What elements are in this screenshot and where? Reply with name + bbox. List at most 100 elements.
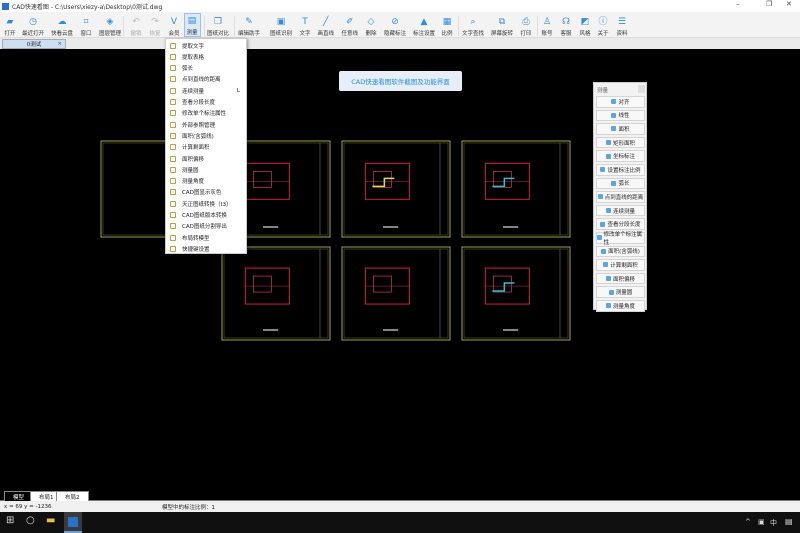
toolbar-style-button[interactable]: ◩ 风格 [580,13,591,37]
measure-panel-button[interactable]: 测量角度 [596,300,645,312]
minimize-button[interactable]: – [736,0,740,8]
menu-item[interactable]: 查看分段长度 [166,97,246,108]
toolbar-label: 隐藏标注 [384,31,407,37]
measure-panel-button[interactable]: 查看分段长度 [596,218,645,230]
menu-item-icon [170,223,176,230]
menu-item[interactable]: 点到直线的距离 [166,74,246,85]
close-tab-icon[interactable]: × [57,41,62,47]
menu-item[interactable]: 连续测量 L [166,85,246,96]
text-icon: T [302,17,308,27]
panel-close-button[interactable] [638,85,645,93]
measure-panel-button[interactable]: 对齐 [596,96,645,108]
toolbar-rotate-button[interactable]: ⧉ 屏幕旋转 [491,13,513,37]
toolbar-folder-button[interactable]: ▰ 打开 [5,13,16,37]
toolbar-info-button[interactable]: ⓘ 关于 [598,13,609,37]
windows-start-icon[interactable]: ⊞ [6,515,14,526]
toolbar-label: 图层管理 [99,31,122,37]
compare-icon: ❐ [213,17,223,27]
user-icon: ♙ [542,17,552,27]
menu-item[interactable]: 布局转模型 [166,232,246,243]
toolbar-edit-assistant-button[interactable]: ✎ 编辑助手 [238,13,260,37]
menu-item-icon [170,132,176,139]
menu-item[interactable]: 面积偏移 [166,153,246,164]
measure-panel-button[interactable]: 面积 [596,123,645,135]
toolbar-label: 图纸识别 [270,31,293,37]
close-button[interactable]: ✕ [786,0,792,8]
layout-tab[interactable]: 布局2 [56,491,89,501]
measure-panel-button[interactable]: 设置标注比例 [596,164,645,176]
measure-tool-icon [611,99,617,105]
measure-panel-button[interactable]: 矩形面积 [596,136,645,149]
toolbar-vip-button[interactable]: V 会员 [169,13,180,37]
toolbar-pencil-button[interactable]: ✐ 任意线 [342,13,359,37]
toolbar-text-search-button[interactable]: ⌕ 文字查找 [462,13,484,37]
menu-item[interactable]: 测量角度 [166,176,246,187]
toolbar-headset-button[interactable]: ☊ 客服 [561,13,572,37]
toolbar-layers-button[interactable]: ◈ 图层管理 [99,13,121,37]
toolbar-compare-button[interactable]: ❐ 图纸对比 [207,13,229,37]
toolbar-text-button[interactable]: T 文字 [300,13,311,37]
measure-panel-button[interactable]: 线性 [596,109,645,122]
menu-item[interactable]: 计算剩面积 [166,142,246,153]
menu-item[interactable]: CAD图纸分割导出 [166,221,246,232]
toolbar-label: 文字 [299,31,311,37]
menu-item-icon [170,178,176,185]
ime-indicator[interactable]: 中 [770,518,777,528]
toolbar-line-button[interactable]: ╱ 画直线 [318,13,335,37]
toolbar-label: 会员 [168,31,180,37]
toolbar-redo-button[interactable]: ↷ 恢复 [150,13,161,37]
toolbar-user-button[interactable]: ♙ 账号 [542,13,553,37]
menu-item[interactable]: 快捷键设置 [166,243,246,254]
menu-item[interactable]: 提取文字 [166,40,246,51]
toolbar-print-button[interactable]: ⎙ 打印 [521,13,532,37]
menu-item[interactable]: 修改单个标注属性 [166,108,246,119]
menu-item[interactable]: CAD图纸版本转换 [166,210,246,221]
menu-item-label: 查看分段长度 [182,100,216,106]
measure-panel-button[interactable]: 面积(含弧线) [596,245,645,258]
menu-item-icon [170,110,176,117]
menu-shortcut: L [236,87,240,94]
measure-dropdown-menu: 提取文字 提取表格 弧长 点到直线的距离 连续测量 L 查看分段长度修改单个标注属性 外部参照… [165,38,247,254]
menu-item[interactable]: CAD图显示灰色 [166,187,246,198]
layout-tab[interactable]: 模型 [4,491,34,501]
menu-item[interactable]: 弧长 [166,63,246,74]
tray-chevron-icon[interactable]: ^ [745,518,751,526]
toolbar-docs-button[interactable]: ☰ 资料 [617,13,628,37]
drawing-canvas[interactable] [0,49,800,490]
menu-item[interactable]: 面积(含弧线) [166,130,246,141]
menu-item[interactable]: 提取表格 [166,51,246,62]
cad-app-taskbar-button[interactable] [64,512,82,533]
toolbar-eraser-button[interactable]: ◇ 删除 [366,13,377,37]
menu-item[interactable]: 外部参照管理 [166,119,246,130]
toolbar-dim-settings-button[interactable]: ▲ 标注设置 [413,13,435,37]
measure-panel-button[interactable]: 坐标标注 [596,150,645,162]
measure-panel-button[interactable]: 点到直线的距离 [596,191,645,203]
measure-panel-button[interactable]: 面积偏移 [596,272,645,285]
measure-panel-button[interactable]: 弧长 [596,177,645,190]
measure-panel-button[interactable]: 连续测量 [596,204,645,217]
window-title: CAD快速看图 - C:\Users\xiezy-a\Desktop\0测试.d… [12,3,163,11]
toolbar-label: 屏幕旋转 [491,31,514,37]
toolbar-cloud-button[interactable]: ☁ 快看云盘 [51,13,73,37]
toolbar-recognize-button[interactable]: ▣ 图纸识别 [270,13,292,37]
notification-icon[interactable]: ▤ [785,517,793,526]
measure-panel-button[interactable]: 修改单个标注属性 [596,232,645,246]
network-icon[interactable]: ▣ [758,518,765,526]
menu-item[interactable]: 测量圆 [166,164,246,175]
restore-button[interactable]: ❐ [766,0,772,8]
measure-tool-icon [601,248,607,254]
toolbar-window-button[interactable]: ⌗ 窗口 [81,13,92,37]
menu-item[interactable]: 天正图纸转换（t3） [166,198,246,209]
document-tab[interactable]: 0测试 × [2,39,66,49]
search-circle-icon[interactable]: ○ [26,515,35,526]
toolbar-undo-button[interactable]: ↶ 撤销 [131,13,142,37]
menu-item-icon [170,53,176,60]
toolbar-scale-button[interactable]: ▦ 比例 [442,13,453,37]
toolbar-ruler-button[interactable]: ▤ 测量 [183,13,201,37]
measure-panel-button[interactable]: 测量圆 [596,286,645,298]
measure-tool-icon [600,167,606,173]
toolbar-clock-button[interactable]: ◷ 最近打开 [22,13,44,37]
file-explorer-icon[interactable]: ▬ [46,515,55,526]
toolbar-hide-button[interactable]: ⊘ 隐藏标注 [384,13,406,37]
measure-panel-button[interactable]: 计算剩面积 [596,259,645,271]
